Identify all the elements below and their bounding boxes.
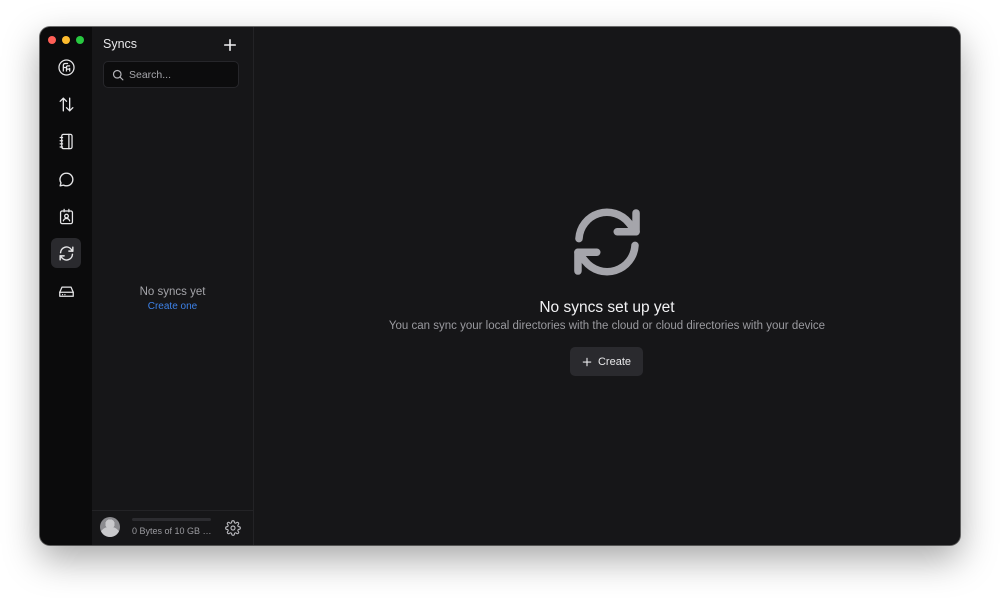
avatar[interactable] — [100, 517, 120, 537]
app-window: Syncs No syncs yet Create one 0 Bytes of… — [40, 27, 960, 545]
empty-state-title: No syncs set up yet — [539, 299, 675, 316]
syncs-sidebar: Syncs No syncs yet Create one 0 Bytes of… — [92, 27, 254, 545]
search-box — [103, 61, 239, 88]
add-sync-button[interactable] — [221, 36, 239, 54]
minimize-window-button[interactable] — [62, 36, 70, 44]
maximize-window-button[interactable] — [76, 36, 84, 44]
sidebar-title: Syncs — [103, 37, 138, 51]
filen-logo-icon — [57, 58, 75, 76]
gear-icon[interactable] — [225, 520, 241, 536]
sidebar-empty-title: No syncs yet — [139, 286, 206, 298]
drive-icon — [58, 286, 74, 297]
rail-item-contacts[interactable] — [51, 201, 81, 231]
rail-item-logo[interactable] — [51, 52, 81, 82]
storage-usage-text: 0 Bytes of 10 GB used — [132, 526, 212, 536]
empty-state-subtitle: You can sync your local directories with… — [388, 320, 826, 332]
create-button-label: Create — [597, 355, 632, 368]
rail-item-drive[interactable] — [51, 276, 81, 306]
search-input[interactable] — [129, 62, 233, 87]
transfers-icon — [58, 96, 74, 112]
plus-icon — [223, 38, 237, 52]
storage-usage-bar — [132, 518, 211, 521]
contacts-icon — [59, 208, 73, 224]
rail-item-transfers[interactable] — [51, 89, 81, 119]
navigation-rail — [40, 27, 93, 545]
window-controls — [48, 36, 84, 44]
chat-icon — [58, 171, 73, 187]
syncs-icon — [58, 245, 74, 261]
sync-icon — [574, 208, 640, 276]
search-icon — [112, 69, 124, 81]
rail-item-notes[interactable] — [51, 126, 81, 156]
sidebar-empty-state: No syncs yet Create one — [92, 286, 253, 312]
plus-icon — [582, 357, 592, 366]
notes-icon — [59, 133, 73, 149]
rail-item-syncs[interactable] — [51, 238, 81, 268]
create-one-link[interactable]: Create one — [92, 301, 253, 312]
create-sync-button[interactable]: Create — [570, 347, 643, 376]
main-content: No syncs set up yet You can sync your lo… — [254, 27, 960, 545]
rail-item-chats[interactable] — [51, 164, 81, 194]
close-window-button[interactable] — [48, 36, 56, 44]
sidebar-footer: 0 Bytes of 10 GB used — [92, 510, 253, 545]
